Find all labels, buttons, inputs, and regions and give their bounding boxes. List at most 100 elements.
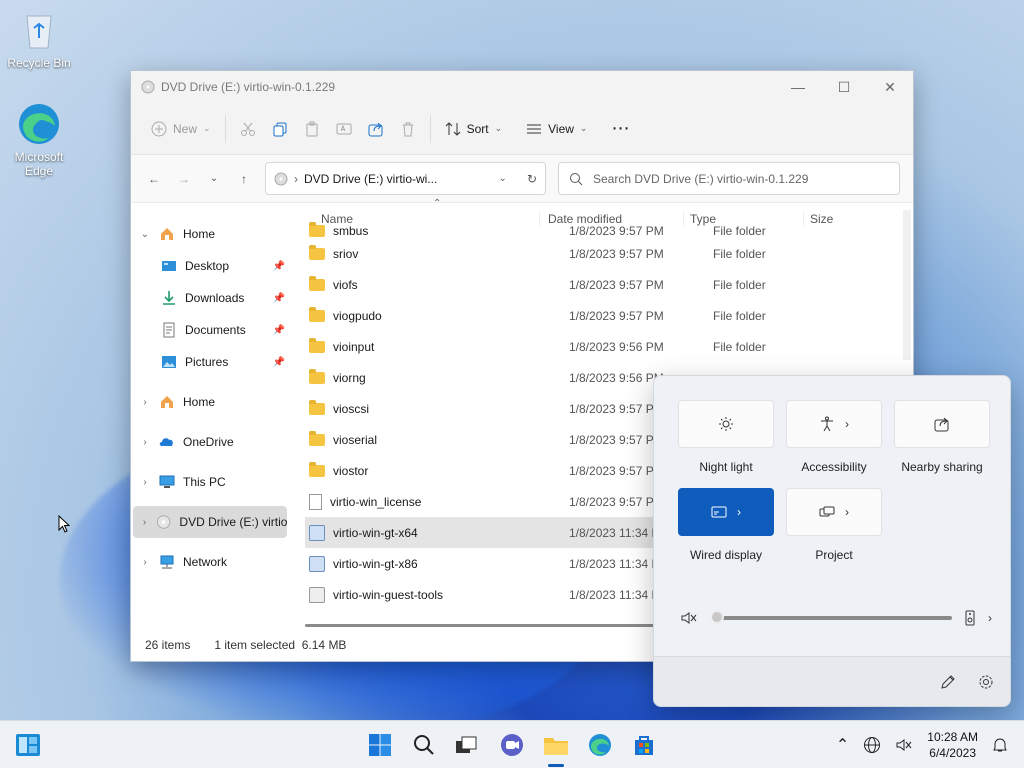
search-icon <box>414 735 434 755</box>
dvd-drive-icon <box>157 515 171 529</box>
share-button[interactable] <box>360 113 392 145</box>
search-box[interactable]: Search DVD Drive (E:) virtio-win-0.1.229 <box>558 162 900 195</box>
nearby-sharing-toggle[interactable] <box>894 400 990 448</box>
file-explorer-taskbar-button[interactable] <box>540 729 572 767</box>
start-button[interactable] <box>364 729 396 761</box>
address-bar[interactable]: › DVD Drive (E:) virtio-wi... ⌄ ↻ <box>265 162 546 195</box>
column-header-date[interactable]: Date modified <box>539 212 683 226</box>
search-button[interactable] <box>408 729 440 761</box>
selected-size: 6.14 MB <box>301 638 347 652</box>
folder-icon <box>309 461 325 477</box>
more-options-button[interactable]: ⋯ <box>603 113 638 145</box>
settings-gear-icon[interactable] <box>978 674 994 690</box>
edit-pencil-icon[interactable] <box>940 674 956 690</box>
chevron-right-icon[interactable]: › <box>133 517 156 528</box>
chevron-right-icon[interactable]: › <box>131 477 159 488</box>
volume-slider[interactable] <box>710 610 952 624</box>
tile-nearby-sharing: Nearby sharing <box>894 400 990 474</box>
folder-icon <box>309 368 325 384</box>
volume-slider-thumb[interactable] <box>710 610 724 624</box>
copy-button[interactable] <box>264 113 296 145</box>
desktop-icon-recycle-bin[interactable]: Recycle Bin <box>3 8 75 70</box>
maximize-button[interactable]: ☐ <box>821 71 867 103</box>
nav-item-downloads[interactable]: Downloads 📌 <box>131 282 291 314</box>
cut-button[interactable] <box>232 113 264 145</box>
nav-label: Network <box>183 555 228 569</box>
nav-item-home[interactable]: ⌄ Home <box>131 218 291 250</box>
chat-button[interactable] <box>496 729 528 761</box>
chevron-right-icon[interactable]: › <box>988 611 992 625</box>
new-button[interactable]: New ⌄ <box>143 113 219 145</box>
night-light-toggle[interactable] <box>678 400 774 448</box>
network-icon <box>160 555 174 569</box>
nav-item-desktop[interactable]: Desktop 📌 <box>131 250 291 282</box>
edge-taskbar-button[interactable] <box>584 729 616 761</box>
store-button[interactable] <box>628 729 660 761</box>
file-row-viogpudo[interactable]: viogpudo 1/8/2023 9:57 PM File folder <box>305 300 913 331</box>
notification-icon[interactable] <box>992 737 1008 753</box>
refresh-icon[interactable]: ↻ <box>527 172 537 186</box>
dvd-drive-icon <box>141 80 155 94</box>
desktop-icon-edge[interactable]: Microsoft Edge <box>3 102 75 178</box>
nav-label: This PC <box>183 475 226 489</box>
title-bar[interactable]: DVD Drive (E:) virtio-win-0.1.229 — ☐ ✕ <box>131 71 913 103</box>
nav-item-network[interactable]: › Network <box>131 546 291 578</box>
rename-button[interactable] <box>328 113 360 145</box>
view-button[interactable]: View ⌄ <box>518 113 595 145</box>
accessibility-toggle[interactable]: › <box>786 400 882 448</box>
share-icon <box>368 122 383 136</box>
wired-display-toggle[interactable]: › <box>678 488 774 536</box>
active-indicator <box>548 764 564 767</box>
delete-button[interactable] <box>392 113 424 145</box>
column-header-size[interactable]: Size <box>803 212 833 226</box>
clock[interactable]: 10:28 AM 6/4/2023 <box>927 729 978 761</box>
file-type: File folder <box>713 308 766 323</box>
back-button[interactable]: ← <box>139 164 169 194</box>
column-header-name[interactable]: Name <box>291 212 539 226</box>
recent-locations-button[interactable]: ⌄ <box>199 164 229 194</box>
task-view-button[interactable] <box>450 729 482 761</box>
nav-item-pictures[interactable]: Pictures 📌 <box>131 346 291 378</box>
file-row-viofs[interactable]: viofs 1/8/2023 9:57 PM File folder <box>305 269 913 300</box>
sort-button[interactable]: Sort ⌄ <box>437 113 511 145</box>
speaker-device-icon[interactable] <box>964 610 976 626</box>
nav-item-documents[interactable]: Documents 📌 <box>131 314 291 346</box>
chevron-up-icon[interactable]: ⌃ <box>836 735 849 755</box>
horizontal-scrollbar[interactable] <box>305 624 665 627</box>
minimize-button[interactable]: — <box>775 71 821 103</box>
widgets-button[interactable] <box>12 729 44 761</box>
chevron-right-icon[interactable]: › <box>131 557 159 568</box>
file-row-vioinput[interactable]: vioinput 1/8/2023 9:56 PM File folder <box>305 331 913 362</box>
chevron-right-icon[interactable]: › <box>131 397 159 408</box>
selection-info: 1 item selected 6.14 MB <box>214 638 346 652</box>
vertical-scrollbar[interactable] <box>903 210 911 360</box>
quick-settings-tiles: Night light › Accessibility Nearby shari… <box>678 400 990 562</box>
forward-button[interactable]: → <box>169 164 199 194</box>
project-toggle[interactable]: › <box>786 488 882 536</box>
globe-icon[interactable] <box>863 736 881 754</box>
chevron-right-icon[interactable]: › <box>131 437 159 448</box>
file-name: viostor <box>333 463 369 478</box>
file-type: File folder <box>713 339 766 354</box>
folder-icon <box>309 275 325 291</box>
chevron-down-icon[interactable]: ⌄ <box>131 229 159 240</box>
cast-icon <box>711 506 727 518</box>
file-date: 1/8/2023 9:57 PM <box>569 308 664 323</box>
nav-item-home-2[interactable]: › Home <box>131 386 291 418</box>
up-button[interactable]: ↑ <box>229 164 259 194</box>
windows-logo-icon <box>369 734 391 756</box>
file-row-sriov[interactable]: sriov 1/8/2023 9:57 PM File folder <box>305 238 913 269</box>
chevron-down-icon[interactable]: ⌄ <box>499 173 507 184</box>
volume-muted-icon[interactable] <box>895 737 913 753</box>
recycle-bin-label: Recycle Bin <box>7 56 71 70</box>
nav-label: OneDrive <box>183 435 234 449</box>
paste-button[interactable] <box>296 113 328 145</box>
close-button[interactable]: ✕ <box>867 71 913 103</box>
volume-muted-icon[interactable] <box>680 610 698 626</box>
nav-item-onedrive[interactable]: › OneDrive <box>131 426 291 458</box>
nav-item-this-pc[interactable]: › This PC <box>131 466 291 498</box>
navigation-pane: ⌄ Home Desktop 📌 Downloads 📌 Documents 📌 <box>131 204 291 629</box>
nav-item-dvd-drive[interactable]: › DVD Drive (E:) virtio- <box>133 506 287 538</box>
nav-label: Home <box>183 227 216 241</box>
column-header-type[interactable]: Type <box>683 212 803 226</box>
